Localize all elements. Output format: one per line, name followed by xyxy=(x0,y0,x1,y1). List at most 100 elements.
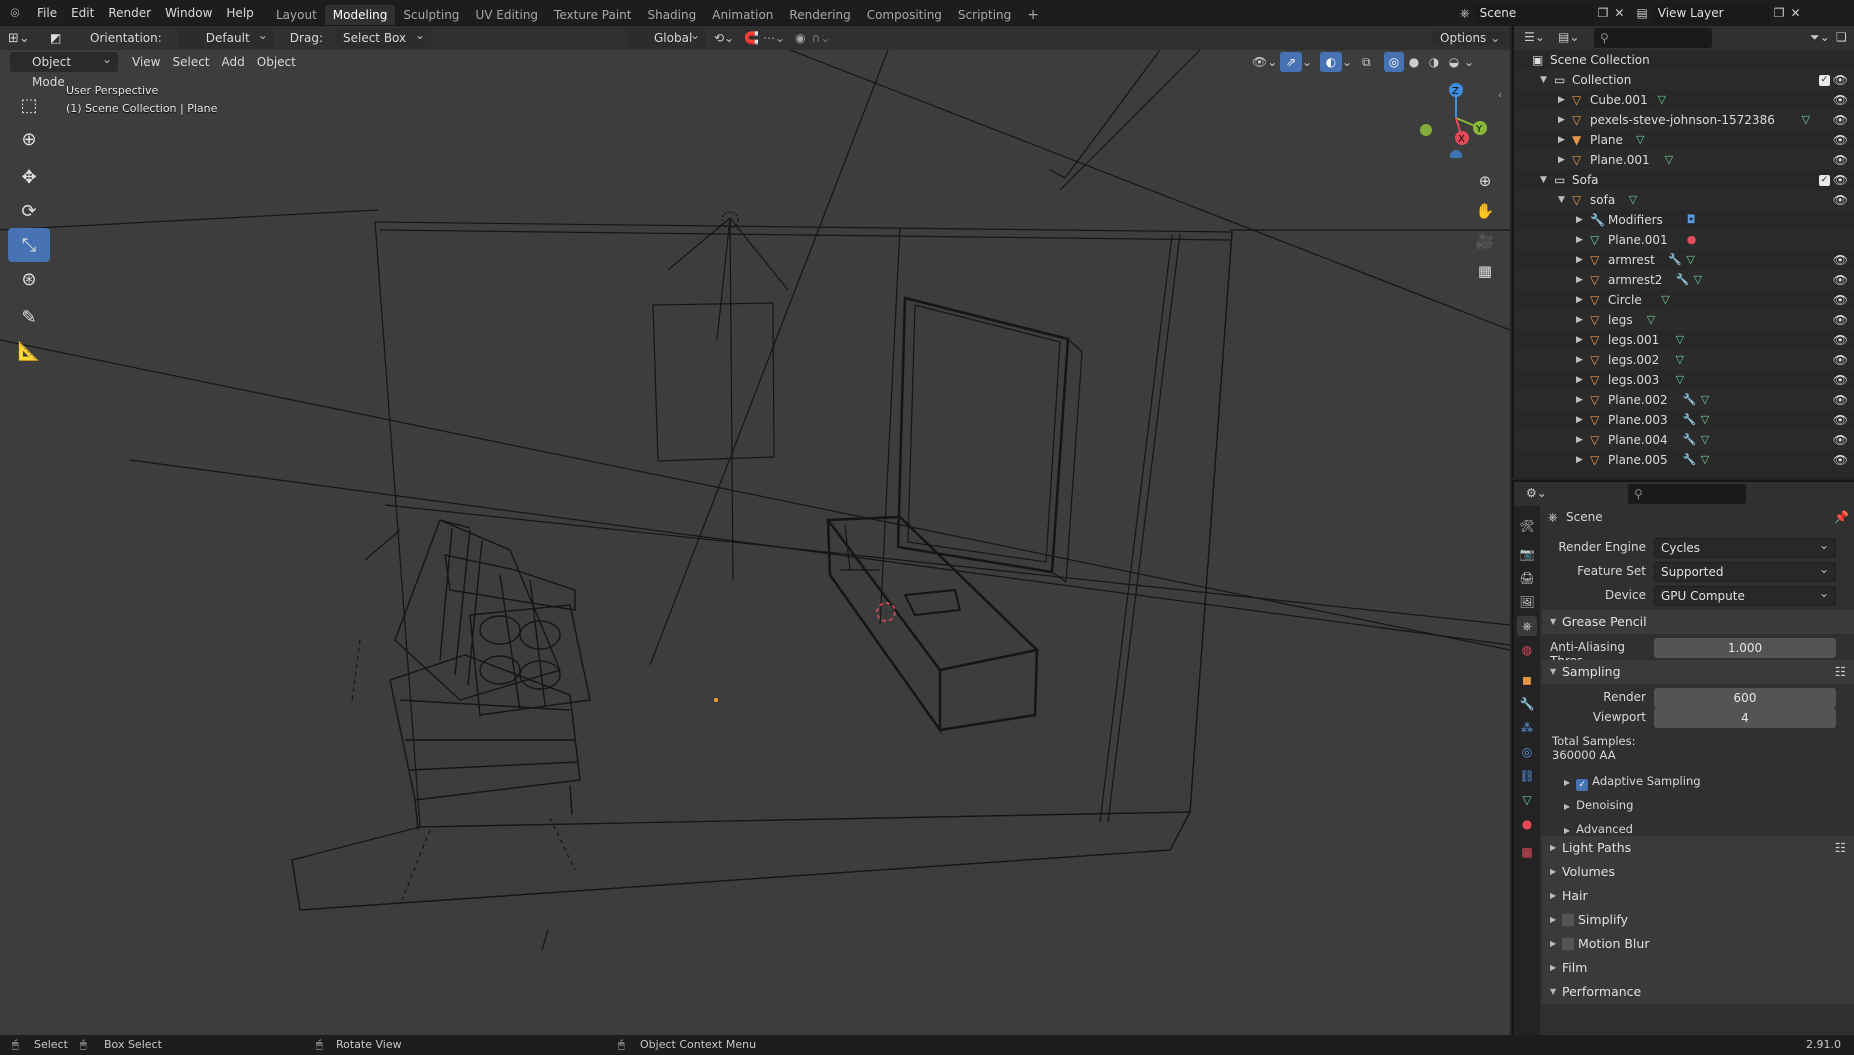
material-tab-icon[interactable]: ● xyxy=(1517,814,1537,834)
camera-view-icon[interactable]: 🎥 xyxy=(1472,228,1498,254)
rotate-tool-icon[interactable]: ⟳ xyxy=(8,194,50,228)
material-shading-icon[interactable]: ◑ xyxy=(1424,55,1444,69)
expand-toggle-icon[interactable] xyxy=(1576,310,1583,330)
drag-dropdown[interactable]: Select Box xyxy=(334,25,431,48)
blender-logo-icon[interactable]: ⌾ xyxy=(0,4,30,22)
expand-toggle-icon[interactable] xyxy=(1576,430,1583,450)
outliner-editor-icon[interactable]: ☰⌄ xyxy=(1524,30,1545,44)
sampling-panel[interactable]: ▼ Sampling ☷ xyxy=(1542,660,1854,684)
expand-toggle-icon[interactable] xyxy=(1576,290,1583,310)
mesh-data-icon[interactable]: ▽ xyxy=(1676,350,1684,370)
outliner-scene-collection[interactable]: ▣ Scene Collection xyxy=(1514,50,1854,70)
outliner-row[interactable]: ▭ Sofa ✓👁 xyxy=(1514,170,1854,190)
tab-sculpting[interactable]: Sculpting xyxy=(395,5,467,25)
solid-shading-icon[interactable]: ● xyxy=(1404,55,1424,69)
orientation-dropdown[interactable]: Default xyxy=(177,25,274,48)
scene-icon[interactable]: ⎈ xyxy=(1460,6,1470,21)
visibility-eye-icon[interactable]: 👁 xyxy=(1833,410,1848,430)
light-paths-presets-icon[interactable]: ☷ xyxy=(1835,836,1846,860)
new-collection-icon[interactable]: ❏ xyxy=(1836,30,1847,44)
expand-toggle-icon[interactable] xyxy=(1558,130,1565,150)
visibility-eye-icon[interactable]: 👁 xyxy=(1833,110,1848,130)
motion-blur-checkbox[interactable] xyxy=(1562,938,1574,950)
visibility-icon[interactable]: 👁⌄ xyxy=(1252,55,1280,69)
expand-toggle-icon[interactable] xyxy=(1558,90,1565,110)
visibility-eye-icon[interactable]: 👁 xyxy=(1833,370,1848,390)
pin-icon[interactable]: 📌 xyxy=(1834,510,1849,524)
expand-toggle-icon[interactable] xyxy=(1576,450,1583,470)
simplify-checkbox[interactable] xyxy=(1562,914,1574,926)
film-panel[interactable]: ▶ Film xyxy=(1542,956,1854,980)
view-layer-field[interactable]: View Layer xyxy=(1651,3,1770,23)
rendered-shading-icon[interactable]: ◒ xyxy=(1444,55,1464,69)
overlay-toggle-icon[interactable]: ◐ xyxy=(1320,52,1342,72)
outliner-row[interactable]: ▽ legs.001 ▽ 👁 xyxy=(1514,330,1854,350)
outliner-row[interactable]: ▽ legs.003 ▽ 👁 xyxy=(1514,370,1854,390)
outliner-row[interactable]: ▽armrest2🔧▽👁 xyxy=(1514,270,1854,290)
collapse-toggle-icon[interactable] xyxy=(1540,70,1547,90)
tab-layout[interactable]: Layout xyxy=(268,5,325,25)
view-layer-remove-icon[interactable]: ✕ xyxy=(1791,6,1801,20)
expand-toggle-icon[interactable] xyxy=(1576,250,1583,270)
mesh-data-icon[interactable]: ▽ xyxy=(1658,90,1666,110)
modifier-icon[interactable]: 🔧 xyxy=(1683,450,1697,470)
scene-field[interactable]: Scene xyxy=(1473,3,1594,23)
denoising-subpanel[interactable]: ▶ Denoising xyxy=(1564,798,1633,812)
visibility-eye-icon[interactable]: 👁 xyxy=(1833,390,1848,410)
outliner-row[interactable]: ▽armrest🔧▽👁 xyxy=(1514,250,1854,270)
visibility-eye-icon[interactable]: 👁 xyxy=(1833,450,1848,470)
expand-toggle-icon[interactable] xyxy=(1576,330,1583,350)
collection-exclude-checkbox[interactable]: ✓ xyxy=(1819,175,1830,186)
gizmo-dropdown-icon[interactable]: ⌄ xyxy=(1302,55,1316,69)
outliner-row[interactable]: ▽ legs ▽ 👁 xyxy=(1514,310,1854,330)
modifier-icon[interactable]: 🔧 xyxy=(1683,390,1697,410)
outliner-row[interactable]: ▽Plane.002🔧▽👁 xyxy=(1514,390,1854,410)
scale-tool-icon[interactable]: ⤡ xyxy=(8,228,50,262)
pan-hand-icon[interactable]: ✋ xyxy=(1472,198,1498,224)
properties-search-input[interactable]: ⚲ xyxy=(1628,484,1746,504)
mode-dropdown[interactable]: Object Mode xyxy=(10,49,118,89)
mesh-data-icon[interactable]: ▽ xyxy=(1629,190,1637,210)
physics-tab-icon[interactable]: ◎ xyxy=(1517,742,1537,762)
visibility-eye-icon[interactable]: 👁 xyxy=(1833,330,1848,350)
expand-toggle-icon[interactable] xyxy=(1576,370,1583,390)
visibility-eye-icon[interactable]: 👁 xyxy=(1833,430,1848,450)
menu-edit[interactable]: Edit xyxy=(64,0,101,26)
outliner-row[interactable]: ▽Plane.005🔧▽👁 xyxy=(1514,450,1854,470)
outliner-row[interactable]: ▽ legs.002 ▽ 👁 xyxy=(1514,350,1854,370)
mesh-data-icon[interactable]: ▽ xyxy=(1647,310,1655,330)
constraints-tab-icon[interactable]: ⛓ xyxy=(1517,766,1537,786)
active-tool-icon[interactable]: ◩ xyxy=(50,31,78,45)
proportional-edit-icon[interactable]: ◉ xyxy=(795,31,805,45)
render-engine-dropdown[interactable]: Cycles xyxy=(1654,536,1836,558)
output-tab-icon[interactable]: 🖨 xyxy=(1517,568,1537,588)
mesh-data-icon[interactable]: ▽ xyxy=(1701,450,1709,470)
tool-tab-icon[interactable]: 🛠 xyxy=(1517,516,1537,536)
menu-render[interactable]: Render xyxy=(101,0,158,26)
outliner-row[interactable]: ▽ pexels-steve-johnson-1572386 ▽ 👁 xyxy=(1514,110,1854,130)
sidebar-toggle-icon[interactable]: ‹ xyxy=(1498,90,1502,101)
tab-uv-editing[interactable]: UV Editing xyxy=(467,5,546,25)
visibility-eye-icon[interactable]: 👁 xyxy=(1833,270,1848,290)
visibility-eye-icon[interactable]: 👁 xyxy=(1833,70,1848,90)
hair-panel[interactable]: ▶ Hair xyxy=(1542,884,1854,908)
particles-tab-icon[interactable]: ⁂ xyxy=(1517,718,1537,738)
menu-window[interactable]: Window xyxy=(158,0,219,26)
data-tab-icon[interactable]: ▽ xyxy=(1517,790,1537,810)
sampling-presets-icon[interactable]: ☷ xyxy=(1835,660,1846,684)
light-paths-panel[interactable]: ▶ Light Paths ☷ xyxy=(1542,836,1854,860)
render-tab-icon[interactable]: 📷 xyxy=(1517,544,1537,564)
menu-view[interactable]: View xyxy=(126,50,166,74)
performance-panel[interactable]: ▼ Performance xyxy=(1542,980,1854,1004)
tab-compositing[interactable]: Compositing xyxy=(859,5,950,25)
view-layer-tab-icon[interactable]: 🖼 xyxy=(1517,592,1537,612)
properties-editor-icon[interactable]: ⚙⌄ xyxy=(1526,486,1547,500)
menu-object[interactable]: Object xyxy=(251,50,302,74)
overlay-dropdown-icon[interactable]: ⌄ xyxy=(1342,55,1356,69)
object-tab-icon[interactable]: ◼ xyxy=(1517,670,1537,690)
modifier-icon[interactable]: 🔧 xyxy=(1668,250,1682,270)
outliner-row[interactable]: ▽ Cube.001 ▽ 👁 xyxy=(1514,90,1854,110)
xray-icon[interactable]: ⧉ xyxy=(1362,55,1384,70)
expand-toggle-icon[interactable] xyxy=(1576,210,1583,230)
add-workspace-button[interactable]: + xyxy=(1019,5,1047,25)
